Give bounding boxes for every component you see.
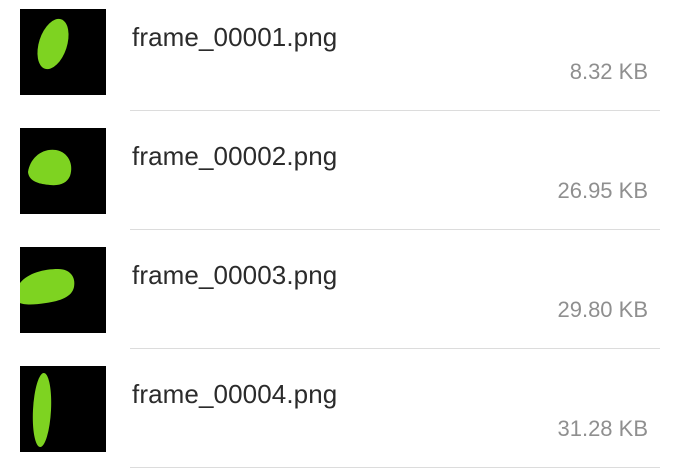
image-thumbnail: [20, 247, 106, 333]
list-item[interactable]: frame_00003.png 29.80 KB: [0, 238, 680, 356]
file-size: 31.28 KB: [557, 416, 648, 441]
list-item[interactable]: frame_00002.png 26.95 KB: [0, 119, 680, 237]
file-name: frame_00004.png: [132, 379, 338, 409]
file-name: frame_00001.png: [132, 22, 338, 52]
file-size: 29.80 KB: [557, 297, 648, 322]
image-thumbnail: [20, 366, 106, 452]
file-size: 26.95 KB: [557, 178, 648, 203]
green-blob-image-icon: [20, 128, 106, 214]
divider: [130, 348, 660, 349]
file-name: frame_00003.png: [132, 260, 338, 290]
file-list: frame_00001.png 8.32 KB frame_00002.png …: [0, 0, 680, 473]
image-thumbnail: [20, 128, 106, 214]
green-blob-image-icon: [20, 247, 106, 333]
green-blob-image-icon: [20, 9, 106, 95]
divider: [130, 110, 660, 111]
file-name: frame_00002.png: [132, 141, 338, 171]
list-item[interactable]: frame_00004.png 31.28 KB: [0, 357, 680, 475]
green-blob-image-icon: [20, 366, 106, 452]
divider: [130, 467, 660, 468]
divider: [130, 229, 660, 230]
file-size: 8.32 KB: [569, 59, 648, 84]
list-item[interactable]: frame_00001.png 8.32 KB: [0, 0, 680, 118]
image-thumbnail: [20, 9, 106, 95]
